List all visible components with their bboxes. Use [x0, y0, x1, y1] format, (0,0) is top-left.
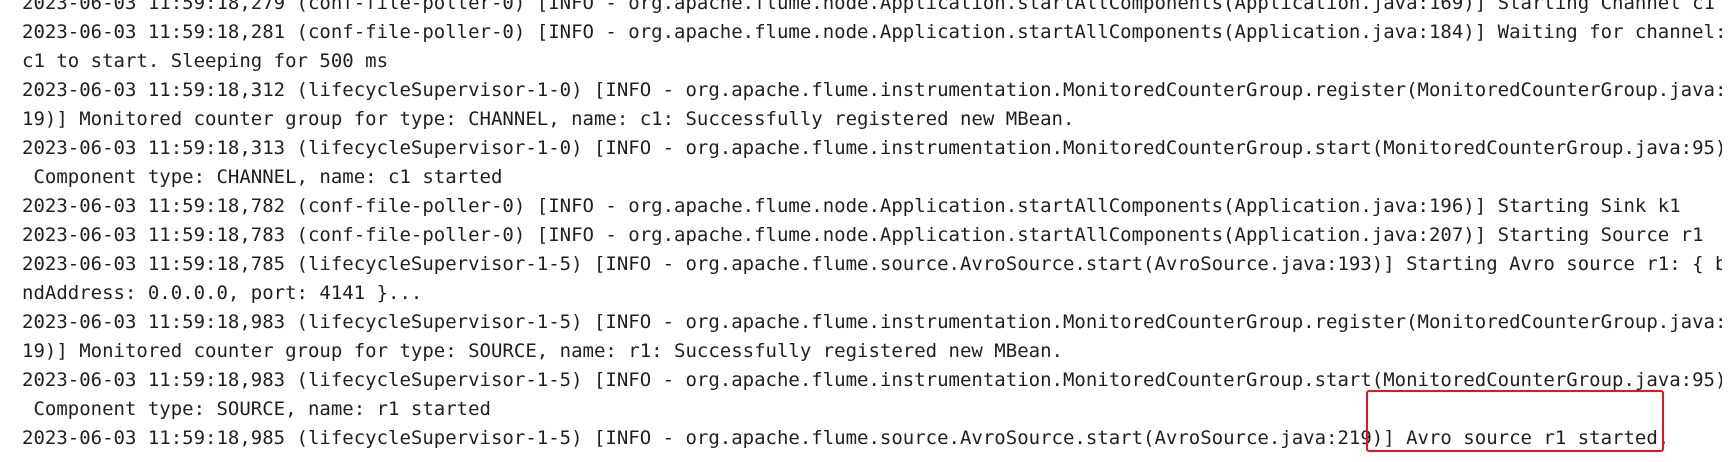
terminal-output[interactable]: 2023-06-03 11:59:18,279 (conf-file-polle…: [0, 0, 1734, 462]
log-line: 19)] Monitored counter group for type: S…: [22, 340, 1063, 362]
log-line: 2023-06-03 11:59:18,279 (conf-file-polle…: [22, 0, 1715, 14]
log-line: c1 to start. Sleeping for 500 ms: [22, 50, 389, 72]
log-line: ndAddress: 0.0.0.0, port: 4141 }...: [22, 282, 423, 304]
log-line: 2023-06-03 11:59:18,782 (conf-file-polle…: [22, 195, 1681, 217]
log-line: 2023-06-03 11:59:18,983 (lifecycleSuperv…: [22, 369, 1722, 391]
log-line: 2023-06-03 11:59:18,312 (lifecycleSuperv…: [22, 79, 1722, 101]
log-line: 2023-06-03 11:59:18,785 (lifecycleSuperv…: [22, 253, 1722, 275]
log-line: 19)] Monitored counter group for type: C…: [22, 108, 1075, 130]
log-line: 2023-06-03 11:59:18,313 (lifecycleSuperv…: [22, 137, 1722, 159]
log-line: Component type: SOURCE, name: r1 started: [22, 398, 491, 420]
log-line: 2023-06-03 11:59:18,985 (lifecycleSuperv…: [22, 427, 1670, 449]
log-line: Component type: CHANNEL, name: c1 starte…: [22, 166, 503, 188]
log-line: 2023-06-03 11:59:18,783 (conf-file-polle…: [22, 224, 1704, 246]
log-line: 2023-06-03 11:59:18,983 (lifecycleSuperv…: [22, 311, 1722, 333]
log-line: 2023-06-03 11:59:18,281 (conf-file-polle…: [22, 21, 1722, 43]
